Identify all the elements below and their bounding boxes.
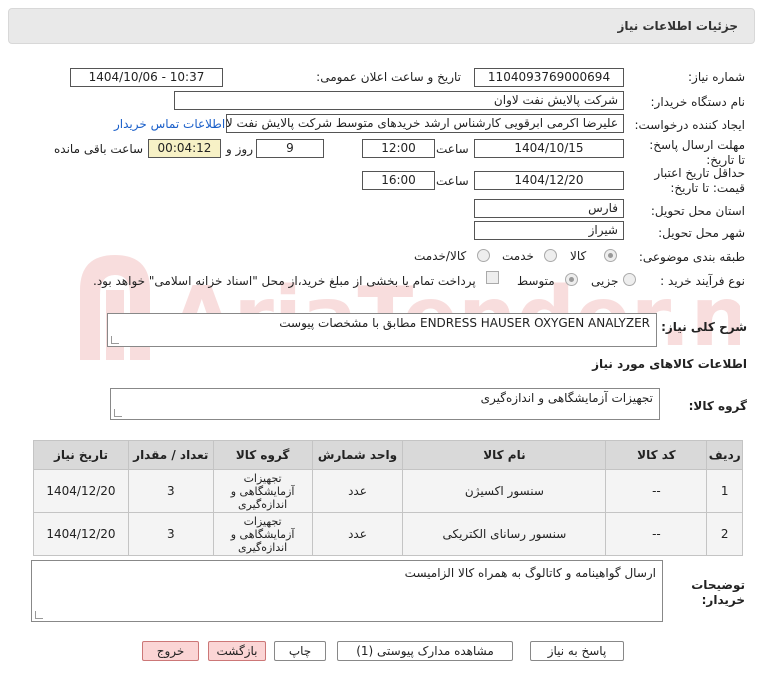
goods-section-title: اطلاعات کالاهای مورد نیاز	[592, 357, 747, 371]
col-row: ردیف	[706, 440, 743, 470]
category-goods-service-label: کالا/خدمت	[414, 249, 467, 263]
announce-field: 1404/10/06 - 10:37	[70, 68, 223, 87]
resize-handle-icon[interactable]	[111, 336, 119, 344]
goods-table: ردیف کد کالا نام کالا واحد شمارش گروه کا…	[33, 440, 743, 556]
category-service-radio[interactable]	[544, 249, 557, 262]
requester-field: علیرضا اکرمی ابرقویی کارشناس ارشد خریدها…	[226, 114, 624, 133]
col-code: کد کالا	[605, 440, 708, 470]
province-field: فارس	[474, 199, 624, 218]
back-button[interactable]: بازگشت	[208, 641, 266, 661]
description-label: شرح کلی نیاز:	[661, 320, 747, 334]
col-group: گروه کالا	[212, 440, 313, 470]
page-header: جزئیات اطلاعات نیاز	[8, 8, 755, 44]
need-number-field: 1104093769000694	[474, 68, 624, 87]
process-medium-radio[interactable]	[565, 273, 578, 286]
remaining-time-label: ساعت باقی مانده	[54, 142, 144, 156]
category-goods-radio[interactable]	[604, 249, 617, 262]
cell-group: تجهیزات آزمایشگاهی و اندازه‌گیری	[212, 469, 313, 513]
cell-row: 1	[706, 469, 743, 513]
process-label: نوع فرآیند خرید :	[660, 274, 745, 288]
deadline-time-label: ساعت	[436, 142, 469, 156]
deadline-time-field: 12:00	[362, 139, 435, 158]
col-unit: واحد شمارش	[311, 440, 404, 470]
goods-table-header: ردیف کد کالا نام کالا واحد شمارش گروه کا…	[33, 440, 743, 470]
province-label: استان محل تحویل:	[650, 204, 745, 218]
buyer-org-label: نام دستگاه خریدار:	[650, 95, 746, 109]
process-minor-label: جزیی	[591, 274, 619, 288]
table-row: 1 -- سنسور اکسیژن عدد تجهیزات آزمایشگاهی…	[33, 469, 743, 513]
process-medium-label: متوسط	[517, 274, 555, 288]
buyer-notes-label: توضیحات خریدار:	[691, 578, 745, 607]
exit-button[interactable]: خروج	[142, 641, 199, 661]
city-field: شیراز	[474, 221, 624, 240]
days-label: روز و	[226, 142, 253, 156]
col-name: نام کالا	[402, 440, 607, 470]
deadline-date-field: 1404/10/15	[474, 139, 624, 158]
cell-unit: عدد	[311, 469, 404, 513]
cell-qty: 3	[127, 469, 214, 513]
buyer-org-field: شرکت پالایش نفت لاوان	[174, 91, 624, 110]
ariatender-watermark: AriaTender.neT	[80, 255, 740, 365]
need-number-label: شماره نیاز:	[688, 70, 745, 84]
description-text: ENDRESS HAUSER OXYGEN ANALYZER مطابق با …	[279, 316, 650, 330]
cell-row: 2	[706, 512, 743, 556]
announce-label: تاریخ و ساعت اعلان عمومی:	[316, 70, 461, 84]
validity-time-label: ساعت	[436, 174, 469, 188]
buyer-notes-text: ارسال گواهینامه و کاتالوگ به همراه کالا …	[404, 566, 656, 580]
cell-name: سنسور اکسیژن	[402, 469, 607, 513]
deadline-label: مهلت ارسال پاسخ: تا تاریخ:	[649, 138, 745, 167]
treasury-checkbox[interactable]	[486, 271, 499, 284]
process-minor-radio[interactable]	[623, 273, 636, 286]
col-date: تاریخ نیاز	[33, 440, 129, 470]
cell-name: سنسور رسانای الکتریکی	[402, 512, 607, 556]
validity-date-field: 1404/12/20	[474, 171, 624, 190]
buyer-contact-link[interactable]: اطلاعات تماس خریدار	[114, 117, 225, 131]
description-textarea: ENDRESS HAUSER OXYGEN ANALYZER مطابق با …	[107, 313, 657, 347]
page-title: جزئیات اطلاعات نیاز	[617, 19, 738, 33]
reply-button[interactable]: پاسخ به نیاز	[530, 641, 624, 661]
category-label: طبقه بندی موضوعی:	[638, 250, 745, 264]
cell-date: 1404/12/20	[33, 512, 129, 556]
goods-group-textarea: تجهیزات آزمایشگاهی و اندازه‌گیری	[110, 388, 660, 420]
resize-handle-icon[interactable]	[114, 409, 122, 417]
cell-unit: عدد	[311, 512, 404, 556]
cell-code: --	[605, 469, 708, 513]
view-attachments-button[interactable]: مشاهده مدارک پیوستی (1)	[337, 641, 513, 661]
treasury-note: پرداخت تمام یا بخشی از مبلغ خرید،از محل …	[93, 274, 476, 288]
goods-group-text: تجهیزات آزمایشگاهی و اندازه‌گیری	[480, 391, 653, 405]
city-label: شهر محل تحویل:	[658, 226, 745, 240]
days-field: 9	[256, 139, 324, 158]
print-button[interactable]: چاپ	[274, 641, 326, 661]
category-service-label: خدمت	[502, 249, 534, 263]
table-row: 2 -- سنسور رسانای الکتریکی عدد تجهیزات آ…	[33, 512, 743, 556]
goods-group-label: گروه کالا:	[688, 399, 747, 413]
validity-time-field: 16:00	[362, 171, 435, 190]
cell-group: تجهیزات آزمایشگاهی و اندازه‌گیری	[212, 512, 313, 556]
col-qty: تعداد / مقدار	[127, 440, 214, 470]
cell-qty: 3	[127, 512, 214, 556]
category-goods-label: کالا	[570, 249, 587, 263]
cell-code: --	[605, 512, 708, 556]
resize-handle-icon[interactable]	[35, 611, 43, 619]
remaining-time-field: 00:04:12	[148, 139, 221, 158]
buyer-notes-textarea: ارسال گواهینامه و کاتالوگ به همراه کالا …	[31, 560, 663, 622]
requester-label: ایجاد کننده درخواست:	[634, 118, 745, 132]
category-goods-service-radio[interactable]	[477, 249, 490, 262]
cell-date: 1404/12/20	[33, 469, 129, 513]
validity-label: حداقل تاریخ اعتبار قیمت: تا تاریخ:	[654, 166, 745, 195]
